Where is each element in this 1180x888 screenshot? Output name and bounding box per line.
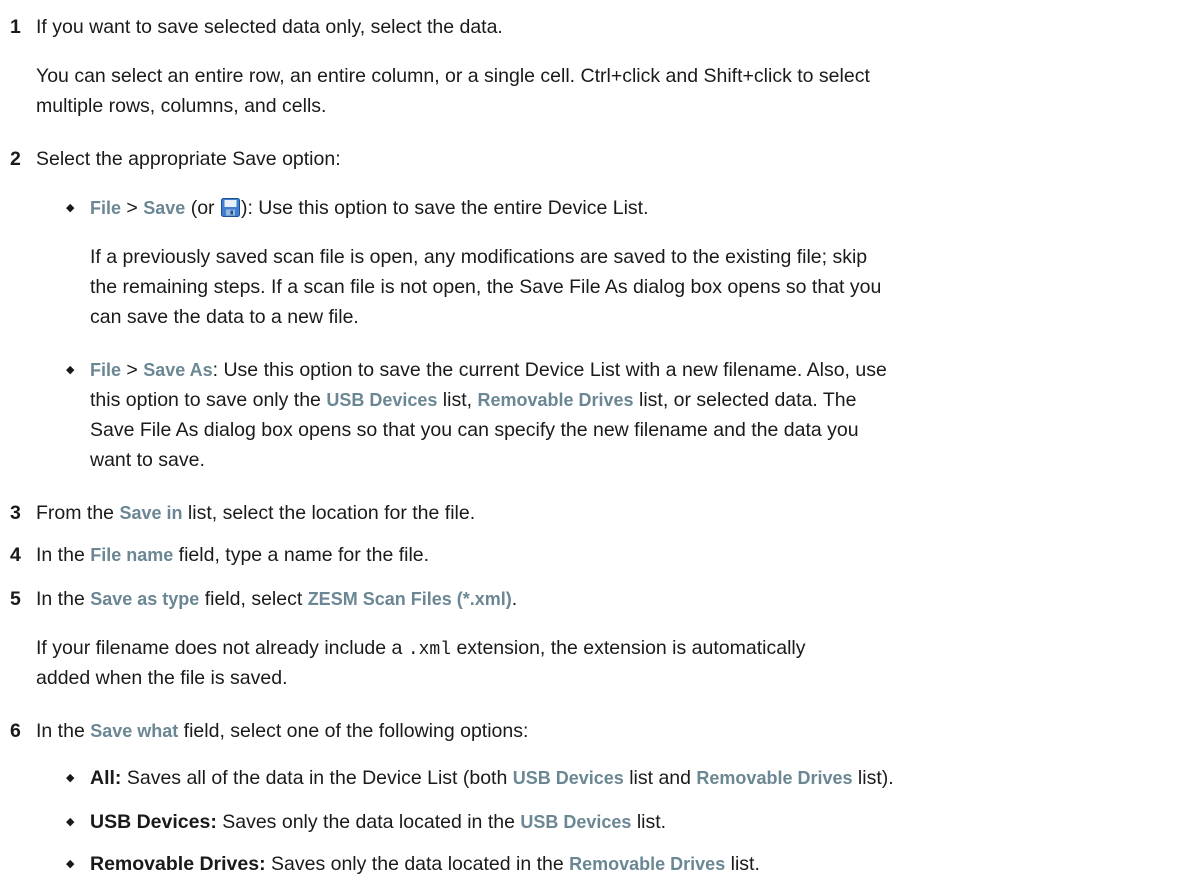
bullet-icon: ◆ xyxy=(66,858,75,870)
ui-term: Save in xyxy=(119,503,183,523)
bullet-item: File > Save (or ): Use this option to sa… xyxy=(90,196,649,219)
bullet-text-line: Save File As dialog box opens so that yo… xyxy=(90,419,859,441)
option-term: All: xyxy=(90,767,122,789)
ui-term: Removable Drives xyxy=(696,768,853,788)
bullet-icon: ◆ xyxy=(66,364,75,376)
step-number: 5 xyxy=(10,588,21,610)
ui-term: ZESM Scan Files (*.xml) xyxy=(307,589,512,609)
ui-term: File name xyxy=(90,545,174,565)
option-term: USB Devices: xyxy=(90,811,217,833)
file-extension-code: .xml xyxy=(407,640,452,660)
menu-reference: File xyxy=(90,198,122,218)
option-item: All: Saves all of the data in the Device… xyxy=(90,767,894,789)
ui-term: Removable Drives xyxy=(569,854,726,874)
ui-term: USB Devices xyxy=(512,768,624,788)
ui-term: USB Devices xyxy=(520,812,632,832)
document-page: 1 If you want to save selected data only… xyxy=(0,0,1180,888)
step-number: 3 xyxy=(10,502,21,524)
menu-reference: Save As xyxy=(143,360,213,380)
ui-term: Save what xyxy=(90,721,179,741)
bullet-note: can save the data to a new file. xyxy=(90,306,359,328)
step-text: In the Save as type field, select ZESM S… xyxy=(36,588,518,610)
bullet-note: the remaining steps. If a scan file is n… xyxy=(90,276,882,298)
step-note: If your filename does not already includ… xyxy=(36,637,806,660)
ui-term: Save as type xyxy=(90,589,200,609)
step-text: If you want to save selected data only, … xyxy=(36,16,503,38)
menu-reference: File xyxy=(90,360,122,380)
step-number: 6 xyxy=(10,720,21,742)
step-text: From the Save in list, select the locati… xyxy=(36,502,476,524)
bullet-text-line: want to save. xyxy=(90,449,205,471)
step-note: multiple rows, columns, and cells. xyxy=(36,95,327,117)
ui-term: Removable Drives xyxy=(477,390,634,410)
step-text: In the Save what field, select one of th… xyxy=(36,720,529,742)
step-number: 2 xyxy=(10,148,21,170)
bullet-text-line: this option to save only the USB Devices… xyxy=(90,389,857,411)
bullet-item: File > Save As: Use this option to save … xyxy=(90,359,887,381)
step-number: 4 xyxy=(10,544,21,566)
option-item: USB Devices: Saves only the data located… xyxy=(90,811,667,833)
step-note: added when the file is saved. xyxy=(36,667,288,689)
step-number: 1 xyxy=(10,16,21,38)
step-text: Select the appropriate Save option: xyxy=(36,148,341,170)
bullet-icon: ◆ xyxy=(66,202,75,214)
floppy-disk-icon xyxy=(220,196,240,217)
step-text: In the File name field, type a name for … xyxy=(36,544,430,566)
option-item: Removable Drives: Saves only the data lo… xyxy=(90,853,760,875)
step-note: You can select an entire row, an entire … xyxy=(36,65,870,87)
ui-term: USB Devices xyxy=(326,390,438,410)
menu-reference: Save xyxy=(143,198,186,218)
bullet-icon: ◆ xyxy=(66,816,75,828)
bullet-icon: ◆ xyxy=(66,772,75,784)
bullet-note: If a previously saved scan file is open,… xyxy=(90,246,868,268)
option-term: Removable Drives: xyxy=(90,853,266,875)
